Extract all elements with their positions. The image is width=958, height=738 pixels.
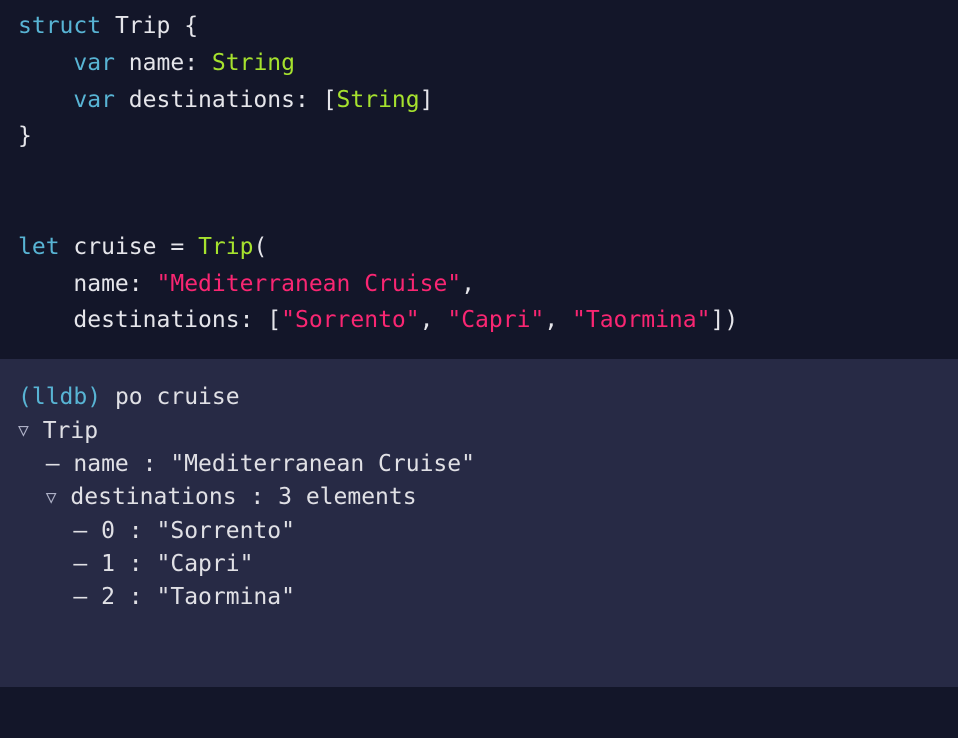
string-literal: "Capri" xyxy=(447,307,544,333)
disclosure-triangle-icon[interactable]: ▽ xyxy=(46,485,57,511)
field-key: destinations xyxy=(70,484,236,510)
colon: : xyxy=(295,87,309,113)
comma: , xyxy=(420,307,434,333)
colon: : xyxy=(129,271,143,297)
console-output-item: – 2 : "Taormina" xyxy=(18,581,940,614)
debug-console-pane[interactable]: (lldb) po cruise ▽ Trip – name : "Medite… xyxy=(0,359,958,687)
string-literal: "Taormina" xyxy=(572,307,710,333)
output-type: Trip xyxy=(43,418,98,444)
string-literal: "Sorrento" xyxy=(281,307,419,333)
bracket-close: ] xyxy=(420,87,434,113)
comma: , xyxy=(461,271,475,297)
code-line: struct Trip { xyxy=(18,8,940,45)
item-value: "Sorrento" xyxy=(157,518,295,544)
blank-line xyxy=(18,192,940,229)
keyword-var: var xyxy=(73,50,115,76)
console-output-item: – 1 : "Capri" xyxy=(18,548,940,581)
keyword-var: var xyxy=(73,87,115,113)
bracket-close: ] xyxy=(710,307,724,333)
paren-close: ) xyxy=(724,307,738,333)
arg-label-name: name xyxy=(73,271,128,297)
colon: : xyxy=(240,307,254,333)
field-destinations: destinations xyxy=(129,87,295,113)
paren-open: ( xyxy=(253,234,267,260)
console-output-collection[interactable]: ▽ destinations : 3 elements xyxy=(18,481,940,514)
equals: = xyxy=(170,234,184,260)
open-brace: { xyxy=(184,13,198,39)
bracket-open: [ xyxy=(323,87,337,113)
lldb-prompt: (lldb) xyxy=(18,384,101,410)
code-line: name: "Mediterranean Cruise", xyxy=(18,266,940,303)
bracket-open: [ xyxy=(267,307,281,333)
item-index: 2 xyxy=(101,584,115,610)
close-brace: } xyxy=(18,123,32,149)
variable-cruise: cruise xyxy=(73,234,156,260)
code-editor-pane: struct Trip { var name: String var desti… xyxy=(0,0,958,359)
field-name: name xyxy=(129,50,184,76)
item-index: 1 xyxy=(101,551,115,577)
type-name-trip: Trip xyxy=(115,13,170,39)
string-literal: "Mediterranean Cruise" xyxy=(157,271,462,297)
code-line: var destinations: [String] xyxy=(18,82,940,119)
type-string: String xyxy=(212,50,295,76)
constructor-trip: Trip xyxy=(198,234,253,260)
keyword-struct: struct xyxy=(18,13,101,39)
arg-label-destinations: destinations xyxy=(73,307,239,333)
collection-summary: 3 elements xyxy=(278,484,416,510)
console-output-item: – 0 : "Sorrento" xyxy=(18,515,940,548)
console-command-line: (lldb) po cruise xyxy=(18,381,940,414)
item-index: 0 xyxy=(101,518,115,544)
colon: : xyxy=(184,50,198,76)
code-line: var name: String xyxy=(18,45,940,82)
item-value: "Capri" xyxy=(157,551,254,577)
field-key: name xyxy=(73,451,128,477)
type-string: String xyxy=(337,87,420,113)
disclosure-triangle-icon[interactable]: ▽ xyxy=(18,418,29,444)
console-output-field: – name : "Mediterranean Cruise" xyxy=(18,448,940,481)
console-command: po cruise xyxy=(115,384,240,410)
keyword-let: let xyxy=(18,234,60,260)
field-value: "Mediterranean Cruise" xyxy=(170,451,475,477)
console-output-root[interactable]: ▽ Trip xyxy=(18,415,940,448)
comma: , xyxy=(544,307,558,333)
item-value: "Taormina" xyxy=(157,584,295,610)
code-line: destinations: ["Sorrento", "Capri", "Tao… xyxy=(18,302,940,339)
code-line: let cruise = Trip( xyxy=(18,229,940,266)
blank-line xyxy=(18,155,940,192)
code-line: } xyxy=(18,118,940,155)
